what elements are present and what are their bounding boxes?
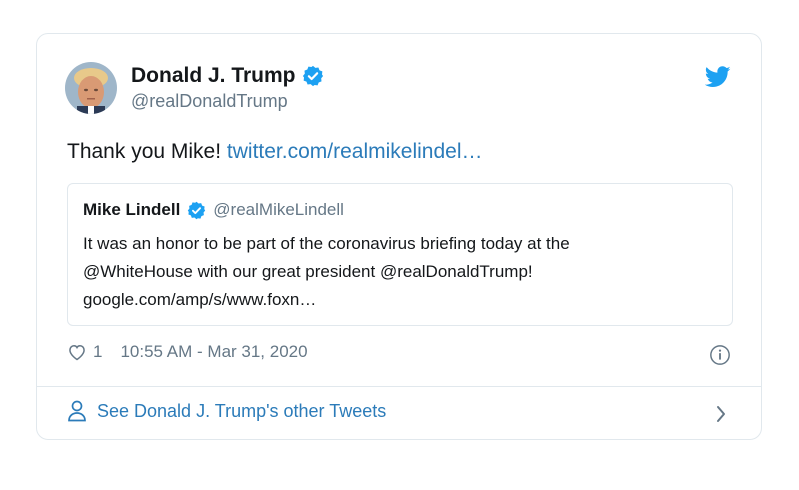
quoted-text-line: @WhiteHouse with our great president @re… <box>83 262 533 281</box>
quoted-tweet[interactable]: Mike Lindell @realMikeLindell It was an … <box>67 183 733 326</box>
quoted-tweet-header: Mike Lindell @realMikeLindell <box>83 200 344 220</box>
tweet-body: Thank you Mike! <box>67 140 227 163</box>
tweet-meta: 1 10:55 AM - Mar 31, 2020 <box>67 342 308 362</box>
author-avatar[interactable] <box>65 62 117 114</box>
info-icon[interactable] <box>709 344 731 366</box>
quoted-tweet-text: It was an honor to be part of the corona… <box>83 230 723 314</box>
tweet-header: Donald J. Trump @realDonaldTrump <box>65 62 324 114</box>
person-icon <box>67 400 87 422</box>
other-tweets-label[interactable]: See Donald J. Trump's other Tweets <box>97 401 386 422</box>
quoted-text-line: google.com/amp/s/www.foxn… <box>83 290 317 309</box>
embedded-tweet-card: Donald J. Trump @realDonaldTrump Thank y… <box>36 33 762 440</box>
footer-divider <box>37 386 761 387</box>
tweet-link[interactable]: twitter.com/realmikelindel… <box>227 140 483 163</box>
display-name-row: Donald J. Trump <box>131 63 324 89</box>
quoted-handle: @realMikeLindell <box>213 200 344 219</box>
author-handle[interactable]: @realDonaldTrump <box>131 89 324 113</box>
twitter-bird-icon[interactable] <box>704 66 731 88</box>
quoted-display-name: Mike Lindell <box>83 200 181 219</box>
chevron-right-icon[interactable] <box>715 404 727 424</box>
verified-badge-icon <box>187 201 206 220</box>
heart-icon[interactable] <box>67 342 87 362</box>
author-display-name[interactable]: Donald J. Trump <box>131 63 296 89</box>
other-tweets-link[interactable]: See Donald J. Trump's other Tweets <box>67 400 386 422</box>
tweet-timestamp[interactable]: 10:55 AM - Mar 31, 2020 <box>120 342 307 362</box>
verified-badge-icon <box>302 65 324 87</box>
quoted-text-line: It was an honor to be part of the corona… <box>83 234 570 253</box>
like-count: 1 <box>93 342 103 361</box>
author-names: Donald J. Trump @realDonaldTrump <box>131 63 324 113</box>
tweet-text: Thank you Mike! twitter.com/realmikelind… <box>67 138 483 166</box>
